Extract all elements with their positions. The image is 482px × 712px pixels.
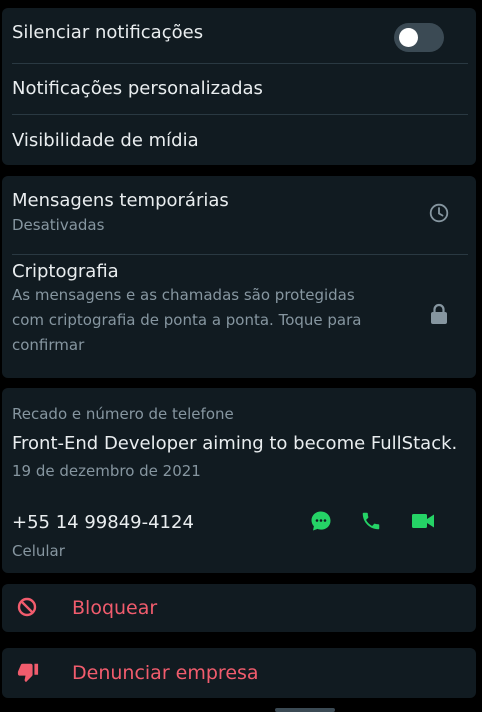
temporary-messages-row[interactable]: Mensagens temporárias Desativadas	[12, 190, 466, 248]
scrollbar-thumb[interactable]	[275, 708, 335, 712]
report-label: Denunciar empresa	[72, 662, 259, 684]
divider	[12, 63, 468, 64]
block-label: Bloquear	[72, 597, 158, 619]
notifications-card: Silenciar notificações Notificações pers…	[2, 8, 476, 165]
block-icon	[16, 596, 38, 618]
clock-icon	[428, 202, 450, 224]
video-call-icon[interactable]	[410, 509, 436, 533]
media-visibility-row[interactable]: Visibilidade de mídia	[12, 130, 466, 160]
block-card[interactable]: Bloquear	[2, 584, 476, 632]
about-section-label: Recado e número de telefone	[12, 405, 234, 423]
temporary-messages-title: Mensagens temporárias	[12, 190, 229, 211]
phone-number[interactable]: +55 14 99849-4124	[12, 512, 194, 533]
encryption-description-line-3: confirmar	[12, 336, 85, 354]
thumbs-down-icon	[16, 660, 40, 684]
divider	[12, 254, 468, 255]
privacy-card: Mensagens temporárias Desativadas Cripto…	[2, 176, 476, 378]
phone-call-icon[interactable]	[359, 509, 383, 533]
encryption-description-line-2: com criptografia de ponta a ponta. Toque…	[12, 311, 362, 329]
lock-icon	[428, 302, 450, 326]
report-card[interactable]: Denunciar empresa	[2, 648, 476, 698]
encryption-description-line-1: As mensagens e as chamadas são protegida…	[12, 286, 355, 304]
divider	[12, 114, 468, 115]
encryption-row[interactable]: Criptografia As mensagens e as chamadas …	[12, 261, 466, 371]
about-status-date: 19 de dezembro de 2021	[12, 462, 201, 480]
mute-toggle[interactable]	[394, 23, 444, 52]
temporary-messages-status: Desativadas	[12, 216, 105, 234]
message-icon[interactable]	[309, 509, 333, 533]
mute-toggle-knob	[399, 28, 418, 47]
custom-notifications-row[interactable]: Notificações personalizadas	[12, 78, 466, 112]
media-visibility-label: Visibilidade de mídia	[12, 130, 199, 151]
custom-notifications-label: Notificações personalizadas	[12, 78, 263, 99]
about-card: Recado e número de telefone Front-End De…	[2, 388, 476, 573]
about-status-text: Front-End Developer aiming to become Ful…	[12, 433, 458, 454]
phone-type: Celular	[12, 542, 65, 560]
encryption-title: Criptografia	[12, 261, 119, 282]
